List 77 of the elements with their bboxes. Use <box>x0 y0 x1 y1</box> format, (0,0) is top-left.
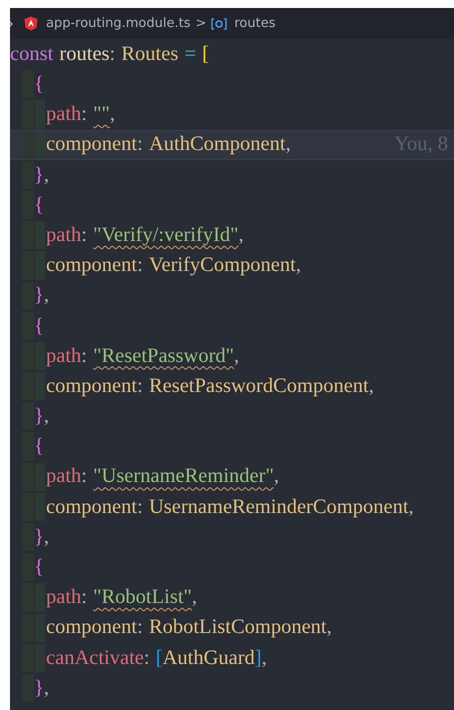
punctuation-token: : <box>144 648 150 668</box>
property-key-token: path <box>46 224 82 246</box>
identifier-token: AuthGuard <box>162 648 255 668</box>
brace-token: { <box>34 436 44 457</box>
brace-token: } <box>34 285 44 306</box>
indent-guide <box>22 160 34 189</box>
indent-guide <box>22 130 34 159</box>
property-key-token: component <box>46 617 138 638</box>
punctuation-token: , <box>326 617 332 638</box>
punctuation-token: , <box>274 466 279 487</box>
breadcrumb-file[interactable]: app-routing.module.ts <box>46 14 190 34</box>
string-token: "RobotList" <box>93 587 192 608</box>
property-key-token: path <box>46 466 82 487</box>
brace-token: { <box>34 194 44 216</box>
property-key-token: path <box>46 346 82 366</box>
breadcrumb-separator: > <box>195 14 206 33</box>
variable-symbol-icon <box>211 18 228 30</box>
brace-token: } <box>34 678 44 698</box>
punctuation-token: , <box>110 104 116 125</box>
keyword-token: const <box>10 44 54 64</box>
bracket-token: [ <box>202 44 209 64</box>
brace-token: { <box>34 74 44 95</box>
brace-token: { <box>34 557 44 578</box>
punctuation-token: : <box>81 104 87 125</box>
variable-token: routes <box>59 44 110 64</box>
punctuation-token: : <box>81 587 87 608</box>
punctuation-token: : <box>137 255 143 276</box>
punctuation-token: : <box>137 376 143 396</box>
identifier-token: RobotListComponent <box>148 617 327 638</box>
punctuation-token: : <box>137 134 143 155</box>
property-key-token: component <box>46 496 138 518</box>
punctuation-token: , <box>234 346 240 366</box>
string-token: "ResetPassword" <box>93 346 234 366</box>
property-key-token: path <box>46 587 82 608</box>
property-key-token: component <box>46 255 138 276</box>
property-key-token: canActivate <box>46 648 144 668</box>
punctuation-token: , <box>192 587 198 608</box>
type-token: Routes <box>121 44 178 64</box>
indent-guide <box>22 100 34 129</box>
indent-guide <box>35 130 45 159</box>
punctuation-token: : <box>81 224 87 246</box>
property-key-token: path <box>46 104 82 125</box>
punctuation-token: , <box>44 678 49 698</box>
property-key-token: component <box>46 376 138 396</box>
string-token: "Verify/:verifyId" <box>93 224 239 246</box>
punctuation-token: , <box>296 255 301 276</box>
punctuation-token: : <box>81 346 87 366</box>
punctuation-token: : <box>137 617 143 638</box>
identifier-token: UsernameReminderComponent <box>148 496 409 518</box>
punctuation-token: , <box>44 285 49 306</box>
punctuation-token: , <box>44 526 49 548</box>
punctuation-token: , <box>408 496 414 518</box>
punctuation-token: , <box>44 406 49 427</box>
shield-icon <box>24 16 38 31</box>
string-token: "" <box>93 104 110 125</box>
property-key-token: component <box>46 134 138 155</box>
identifier-token: ResetPasswordComponent <box>148 376 369 396</box>
bracket-token: ] <box>254 648 262 668</box>
breadcrumb-symbol[interactable]: routes <box>234 14 276 34</box>
punctuation-token: : <box>81 466 87 487</box>
brace-token: } <box>34 406 44 427</box>
bracket-token: [ <box>156 648 163 668</box>
brace-token: } <box>34 164 44 186</box>
punctuation-token: , <box>262 648 267 668</box>
punctuation-token: : <box>110 44 116 64</box>
operator-token: = <box>184 44 196 64</box>
punctuation-token: , <box>44 164 49 186</box>
punctuation-token: , <box>238 224 244 246</box>
identifier-token: VerifyComponent <box>148 255 296 276</box>
punctuation-token: : <box>137 496 143 518</box>
string-token: "UsernameReminder" <box>93 466 274 487</box>
punctuation-token: , <box>286 134 291 155</box>
brace-token: } <box>34 526 44 548</box>
identifier-token: AuthComponent <box>148 134 286 155</box>
indent-guide <box>35 100 45 129</box>
brace-token: { <box>34 316 44 336</box>
punctuation-token: , <box>368 376 374 396</box>
